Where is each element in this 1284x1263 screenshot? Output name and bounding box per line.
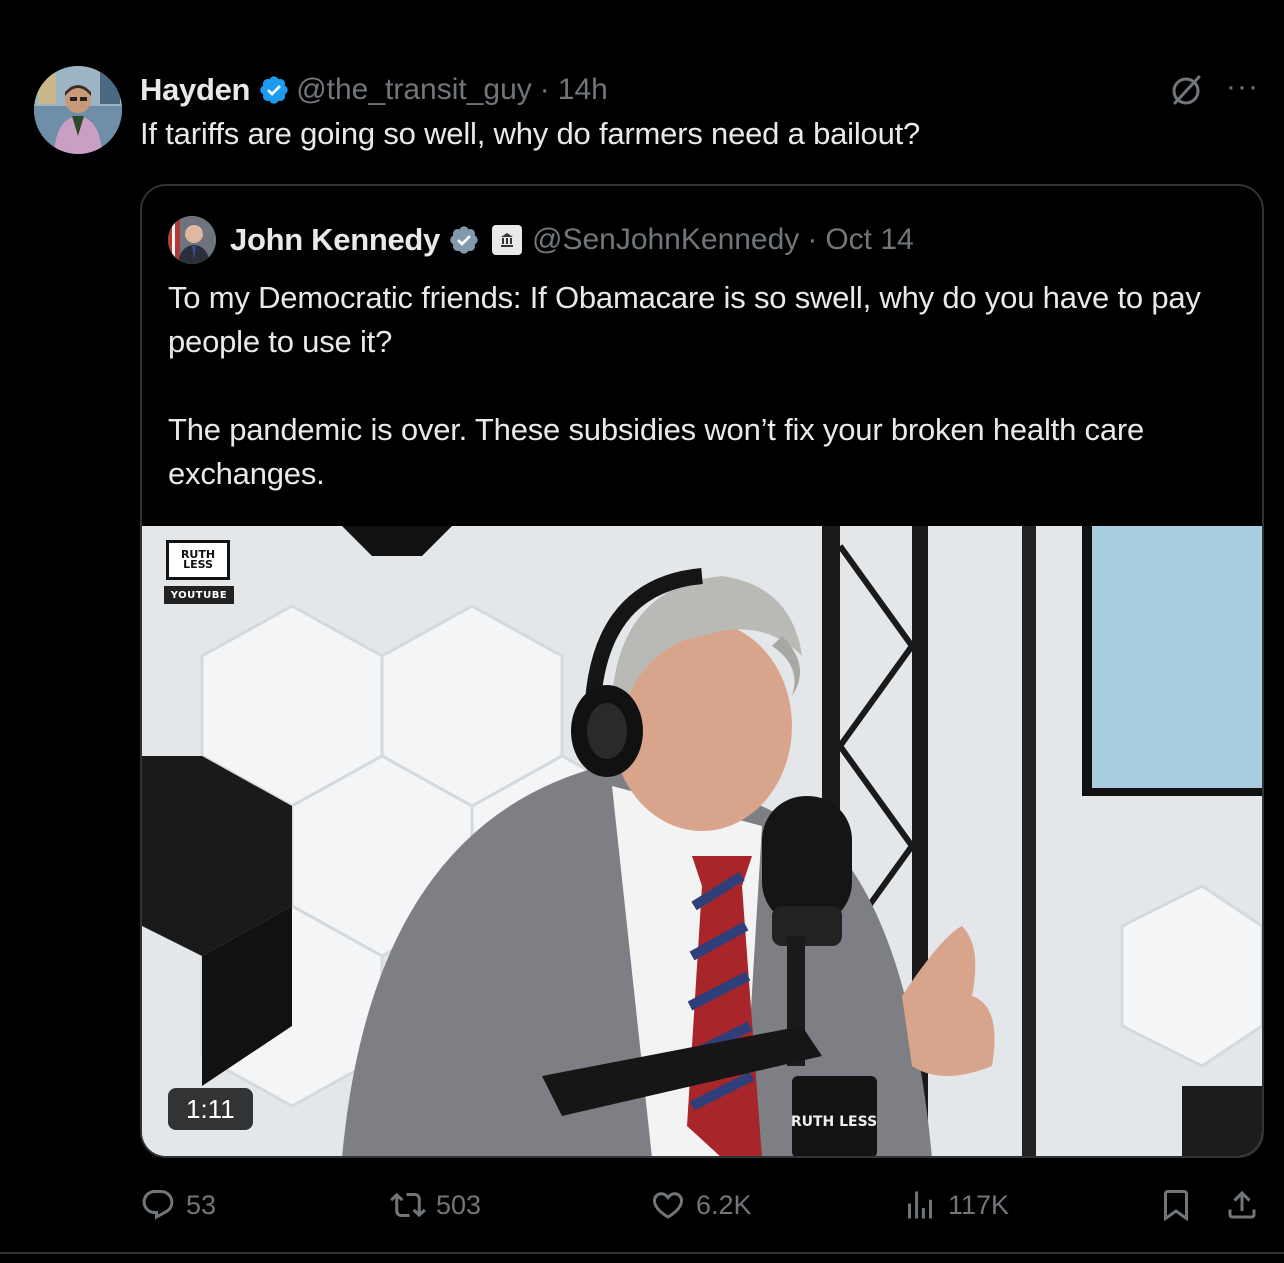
bookmark-icon bbox=[1164, 1190, 1188, 1222]
views-button[interactable]: 117K bbox=[902, 1180, 1009, 1230]
separator-dot: · bbox=[539, 73, 550, 106]
author-name[interactable]: Hayden bbox=[140, 72, 250, 108]
video-player[interactable]: RUTH LESS RUTH LESS YOUTUBE 1:11 bbox=[142, 526, 1262, 1156]
share-icon bbox=[1228, 1190, 1256, 1219]
repost-button[interactable]: 503 bbox=[390, 1180, 481, 1230]
reply-icon bbox=[142, 1190, 174, 1220]
tweet-header: Hayden @the_transit_guy · 14h bbox=[140, 70, 608, 110]
author-avatar[interactable] bbox=[34, 66, 122, 154]
bookmark-button[interactable] bbox=[1158, 1180, 1194, 1230]
video-duration: 1:11 bbox=[168, 1088, 253, 1130]
tweet-divider bbox=[0, 1252, 1284, 1254]
share-button[interactable] bbox=[1224, 1180, 1260, 1230]
watermark-source: YOUTUBE bbox=[164, 586, 234, 604]
mug-logo: RUTH LESS bbox=[791, 1114, 877, 1130]
like-count: 6.2K bbox=[696, 1189, 752, 1220]
ruthless-watermark: RUTH LESS YOUTUBE bbox=[164, 538, 234, 608]
video-thumbnail: RUTH LESS bbox=[142, 526, 1262, 1156]
reply-button[interactable]: 53 bbox=[140, 1180, 216, 1230]
quoted-author-avatar[interactable] bbox=[168, 216, 216, 264]
reply-count: 53 bbox=[186, 1189, 217, 1220]
watermark-logo: RUTH LESS bbox=[166, 540, 230, 580]
quoted-tweet-timestamp[interactable]: Oct 14 bbox=[825, 223, 913, 257]
action-bar: 53 503 6.2K 117K bbox=[140, 1180, 1264, 1230]
repost-icon bbox=[390, 1192, 426, 1218]
quoted-paragraph: To my Democratic friends: If Obamacare i… bbox=[168, 280, 1201, 359]
tweet[interactable]: Hayden @the_transit_guy · 14h If tariffs… bbox=[0, 0, 1284, 1263]
quoted-paragraph: The pandemic is over. These subsidies wo… bbox=[168, 412, 1145, 491]
quoted-author-handle[interactable]: @SenJohnKennedy bbox=[532, 223, 799, 257]
heart-icon bbox=[652, 1192, 684, 1219]
author-handle[interactable]: @the_transit_guy bbox=[296, 73, 532, 107]
like-button[interactable]: 6.2K bbox=[650, 1180, 752, 1230]
separator-dot: · bbox=[807, 223, 818, 256]
government-badge-icon[interactable] bbox=[491, 225, 522, 255]
views-chart-icon bbox=[908, 1191, 932, 1219]
verified-badge-icon[interactable] bbox=[258, 74, 290, 106]
tweet-timestamp[interactable]: 14h bbox=[558, 73, 608, 107]
grok-icon[interactable] bbox=[1168, 72, 1204, 108]
repost-count: 503 bbox=[436, 1189, 482, 1220]
view-count: 117K bbox=[948, 1189, 1010, 1220]
quoted-tweet-text: To my Democratic friends: If Obamacare i… bbox=[168, 276, 1244, 496]
tweet-text: If tariffs are going so well, why do far… bbox=[140, 116, 921, 151]
quoted-author-name[interactable]: John Kennedy bbox=[230, 222, 440, 258]
quoted-tweet-header: John Kennedy @SenJohnKennedy · Oct 14 bbox=[168, 216, 914, 264]
verified-badge-icon[interactable] bbox=[448, 224, 480, 256]
quoted-tweet[interactable]: John Kennedy @SenJohnKennedy · Oct 14 To… bbox=[140, 184, 1264, 1158]
more-options-icon[interactable]: ··· bbox=[1226, 72, 1264, 108]
